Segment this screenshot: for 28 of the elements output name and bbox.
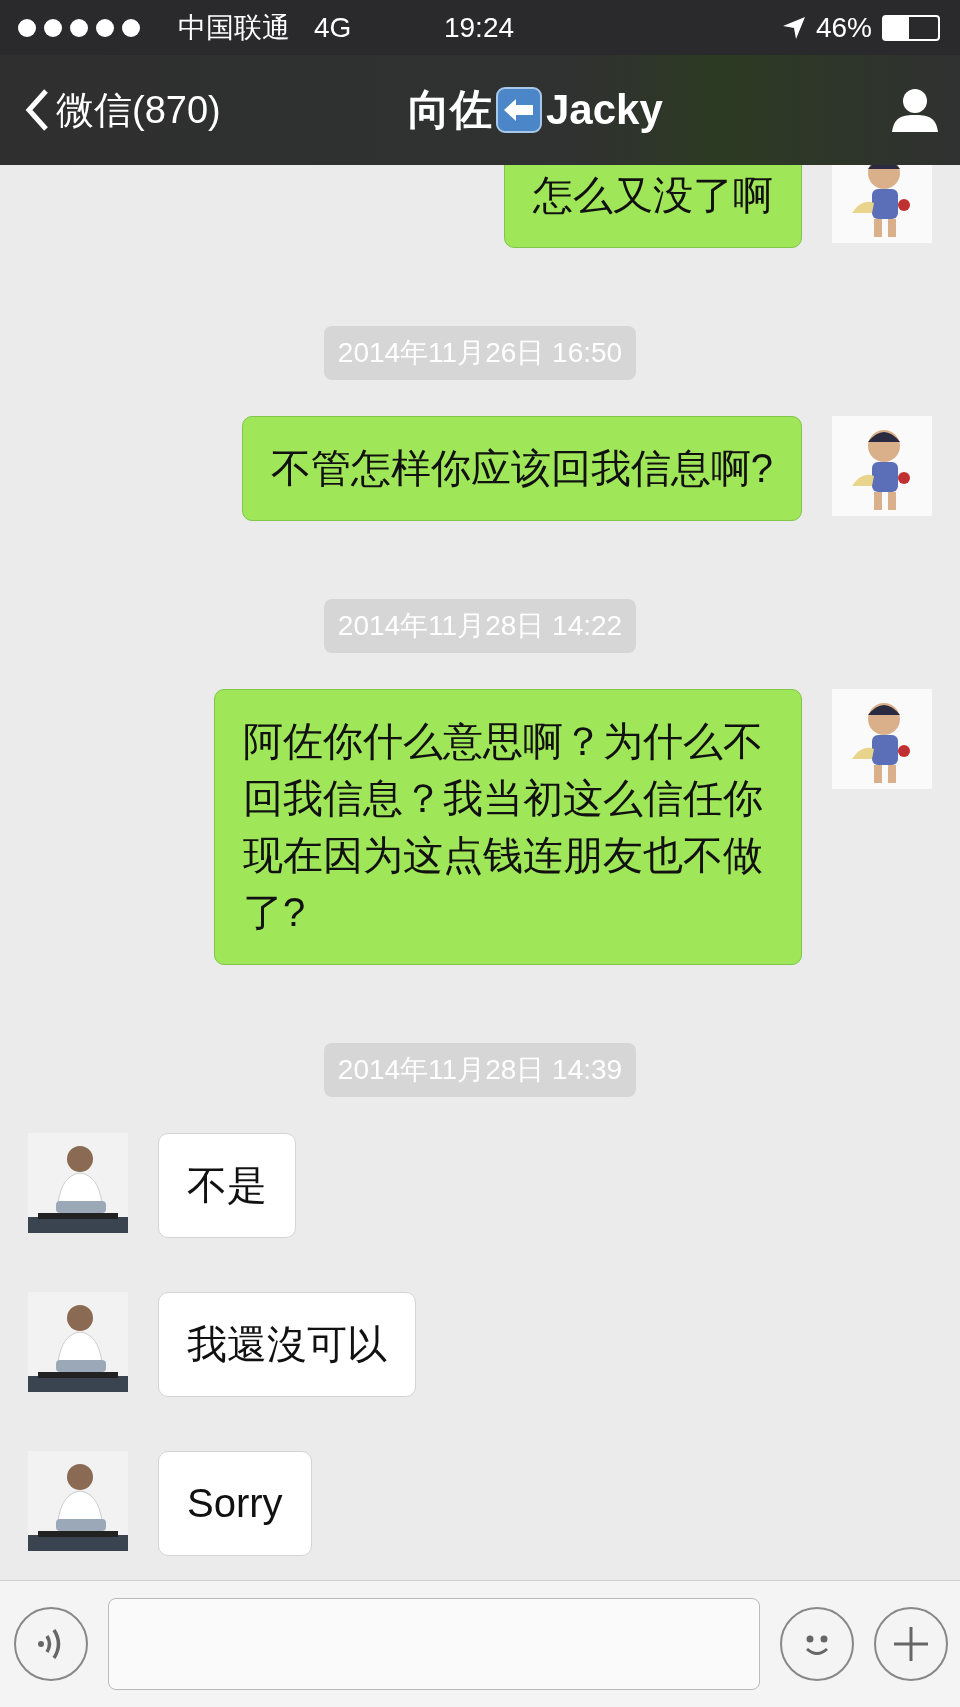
battery-icon — [882, 14, 940, 41]
back-button[interactable]: 微信(870) — [24, 84, 221, 136]
voice-button[interactable] — [14, 1607, 88, 1681]
add-button[interactable] — [874, 1607, 948, 1681]
avatar-icon — [28, 1292, 128, 1392]
message-input[interactable] — [108, 1598, 760, 1690]
avatar-icon — [832, 689, 932, 789]
back-chevron-icon — [24, 88, 50, 132]
chat-title: Jacky — [545, 86, 663, 134]
emoji-button[interactable] — [780, 1607, 854, 1681]
avatar-icon — [28, 1451, 128, 1551]
message-bubble: 怎么又没了啊 — [504, 165, 802, 248]
message-bubble: 我還沒可以 — [158, 1292, 416, 1397]
location-icon — [781, 15, 806, 40]
message-bubble: 阿佐你什么意思啊？为什么不回我信息？我当初这么信任你现在因为这点钱连朋友也不做了? — [214, 689, 802, 965]
avatar-icon — [28, 1133, 128, 1233]
carrier-name: 中国联通 — [178, 10, 290, 45]
status-time: 19:24 — [443, 11, 515, 44]
battery-percent: 46% — [815, 11, 872, 44]
network-type: 4G — [314, 11, 352, 44]
message-bubble: 不是 — [158, 1133, 296, 1238]
profile-button[interactable] — [890, 88, 940, 132]
avatar-icon — [832, 165, 932, 243]
chat-title: 向佐 — [407, 85, 492, 135]
message-bubble: Sorry — [158, 1451, 312, 1556]
message-bubble: 不管怎样你应该回我信息啊? — [241, 416, 802, 521]
avatar-icon — [832, 416, 932, 516]
plus-icon — [891, 1624, 931, 1664]
